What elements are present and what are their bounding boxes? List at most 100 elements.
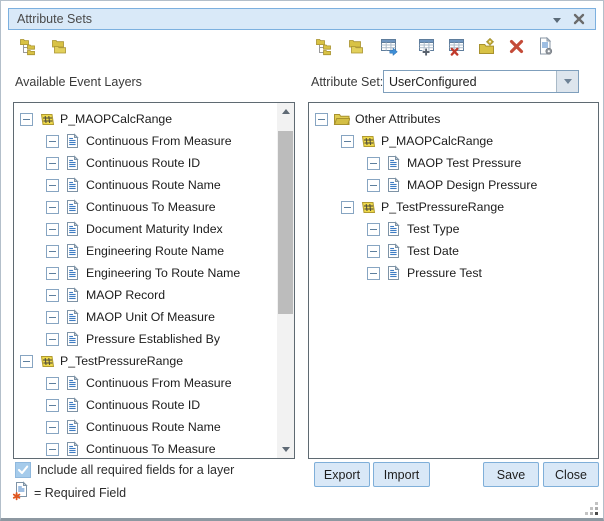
- expander-minus-icon[interactable]: [46, 377, 59, 390]
- include-required-fields-checkbox[interactable]: [15, 462, 31, 478]
- tree-item-maop-unit-of-measure[interactable]: MAOP Unit Of Measure: [14, 306, 277, 328]
- expander-minus-icon[interactable]: [46, 443, 59, 456]
- close-button[interactable]: Close: [543, 462, 599, 487]
- expander-minus-icon[interactable]: [46, 399, 59, 412]
- expander-minus-icon[interactable]: [46, 157, 59, 170]
- scroll-up-button[interactable]: [277, 103, 294, 120]
- folder-gear-icon[interactable]: [477, 37, 497, 57]
- tree-item-pressure-test[interactable]: Pressure Test: [309, 262, 598, 284]
- tree-item-other-attributes[interactable]: Other Attributes: [309, 108, 598, 130]
- expander-minus-icon[interactable]: [341, 135, 354, 148]
- tree-item-continuous-route-name[interactable]: Continuous Route Name: [14, 416, 277, 438]
- titlebar[interactable]: Attribute Sets: [8, 8, 596, 30]
- attribute-set-tree: Other Attributes P_MAOPCalcRangeMAOP Test…: [309, 103, 598, 458]
- save-button[interactable]: Save: [483, 462, 539, 487]
- expander-minus-icon[interactable]: [367, 223, 380, 236]
- include-required-fields-label[interactable]: Include all required fields for a layer: [37, 463, 234, 477]
- tree-item-label: Test Date: [407, 244, 459, 258]
- tree-item-p-testpressurerange[interactable]: P_TestPressureRange: [309, 196, 598, 218]
- tree-item-engineering-to-route-name[interactable]: Engineering To Route Name: [14, 262, 277, 284]
- scrollbar-thumb[interactable]: [278, 131, 293, 314]
- window-menu-icon[interactable]: [553, 18, 561, 23]
- tree-item-label: Engineering To Route Name: [86, 266, 240, 280]
- folder-tree-icon[interactable]: [315, 37, 335, 57]
- dropdown-button[interactable]: [556, 71, 578, 92]
- layer-icon: [38, 353, 55, 369]
- close-icon[interactable]: [572, 12, 586, 26]
- doc-icon: [385, 265, 402, 281]
- expander-minus-icon[interactable]: [315, 113, 328, 126]
- tree-item-label: Pressure Test: [407, 266, 482, 280]
- table-add-icon[interactable]: [418, 37, 438, 57]
- doc-icon: [64, 309, 81, 325]
- tree-item-p-testpressurerange[interactable]: P_TestPressureRange: [14, 350, 277, 372]
- folders-icon[interactable]: [346, 37, 366, 57]
- resize-grip[interactable]: [585, 502, 599, 515]
- tree-item-continuous-to-measure[interactable]: Continuous To Measure: [14, 196, 277, 218]
- expander-minus-icon[interactable]: [46, 289, 59, 302]
- expander-minus-icon[interactable]: [20, 113, 33, 126]
- tree-item-maop-record[interactable]: MAOP Record: [14, 284, 277, 306]
- tree-item-test-date[interactable]: Test Date: [309, 240, 598, 262]
- import-button[interactable]: Import: [373, 462, 430, 487]
- window-title: Attribute Sets: [17, 12, 92, 26]
- scroll-down-button[interactable]: [277, 441, 294, 458]
- tree-item-label: Other Attributes: [355, 112, 440, 126]
- tree-item-label: P_MAOPCalcRange: [60, 112, 172, 126]
- attribute-set-tree-panel: Other Attributes P_MAOPCalcRangeMAOP Test…: [308, 102, 599, 459]
- expander-minus-icon[interactable]: [341, 201, 354, 214]
- tree-item-continuous-from-measure[interactable]: Continuous From Measure: [14, 130, 277, 152]
- tree-item-maop-design-pressure[interactable]: MAOP Design Pressure: [309, 174, 598, 196]
- tree-item-p-maopcalcrange[interactable]: P_MAOPCalcRange: [14, 108, 277, 130]
- available-layers-tree: P_MAOPCalcRangeContinuous From MeasureCo…: [14, 103, 277, 458]
- expander-minus-icon[interactable]: [46, 267, 59, 280]
- table-export-icon[interactable]: [380, 37, 400, 57]
- doc-icon: [64, 221, 81, 237]
- expander-minus-icon[interactable]: [46, 201, 59, 214]
- expander-minus-icon[interactable]: [46, 311, 59, 324]
- layer-icon: [38, 111, 55, 127]
- expander-minus-icon[interactable]: [367, 245, 380, 258]
- expander-minus-icon[interactable]: [46, 421, 59, 434]
- tree-item-continuous-route-id[interactable]: Continuous Route ID: [14, 152, 277, 174]
- expander-minus-icon[interactable]: [46, 333, 59, 346]
- tree-item-label: MAOP Design Pressure: [407, 178, 537, 192]
- tree-item-maop-test-pressure[interactable]: MAOP Test Pressure: [309, 152, 598, 174]
- layer-icon: [359, 133, 376, 149]
- expander-minus-icon[interactable]: [46, 135, 59, 148]
- folder-tree-icon[interactable]: [19, 37, 39, 57]
- tree-item-engineering-route-name[interactable]: Engineering Route Name: [14, 240, 277, 262]
- expander-minus-icon[interactable]: [20, 355, 33, 368]
- folders-icon[interactable]: [49, 37, 69, 57]
- tree-item-label: Continuous From Measure: [86, 376, 232, 390]
- available-event-layers-label: Available Event Layers: [15, 75, 142, 89]
- tree-item-continuous-from-measure[interactable]: Continuous From Measure: [14, 372, 277, 394]
- tree-item-label: Pressure Established By: [86, 332, 220, 346]
- tree-item-pressure-established-by[interactable]: Pressure Established By: [14, 328, 277, 350]
- expander-minus-icon[interactable]: [46, 179, 59, 192]
- tree-item-continuous-route-id[interactable]: Continuous Route ID: [14, 394, 277, 416]
- expander-minus-icon[interactable]: [46, 223, 59, 236]
- tree-item-continuous-route-name[interactable]: Continuous Route Name: [14, 174, 277, 196]
- tree-item-test-type[interactable]: Test Type: [309, 218, 598, 240]
- expander-minus-icon[interactable]: [46, 245, 59, 258]
- tree-item-document-maturity-index[interactable]: Document Maturity Index: [14, 218, 277, 240]
- tree-item-label: P_TestPressureRange: [60, 354, 183, 368]
- tree-item-label: Test Type: [407, 222, 459, 236]
- table-delete-icon[interactable]: [448, 37, 468, 57]
- doc-icon: [64, 133, 81, 149]
- attribute-set-dropdown[interactable]: UserConfigured: [383, 70, 579, 93]
- tree-item-p-maopcalcrange[interactable]: P_MAOPCalcRange: [309, 130, 598, 152]
- attribute-sets-dialog: Attribute Sets Available Event Layers At…: [0, 0, 604, 521]
- document-gear-icon[interactable]: [536, 37, 556, 57]
- vertical-scrollbar[interactable]: [277, 103, 294, 458]
- expander-minus-icon[interactable]: [367, 179, 380, 192]
- tree-item-label: Continuous To Measure: [86, 200, 216, 214]
- expander-minus-icon[interactable]: [367, 157, 380, 170]
- expander-minus-icon[interactable]: [367, 267, 380, 280]
- tree-item-continuous-to-measure[interactable]: Continuous To Measure: [14, 438, 277, 458]
- doc-icon: [64, 265, 81, 281]
- export-button[interactable]: Export: [314, 462, 370, 487]
- delete-x-icon[interactable]: [507, 37, 527, 57]
- tree-item-label: P_TestPressureRange: [381, 200, 504, 214]
